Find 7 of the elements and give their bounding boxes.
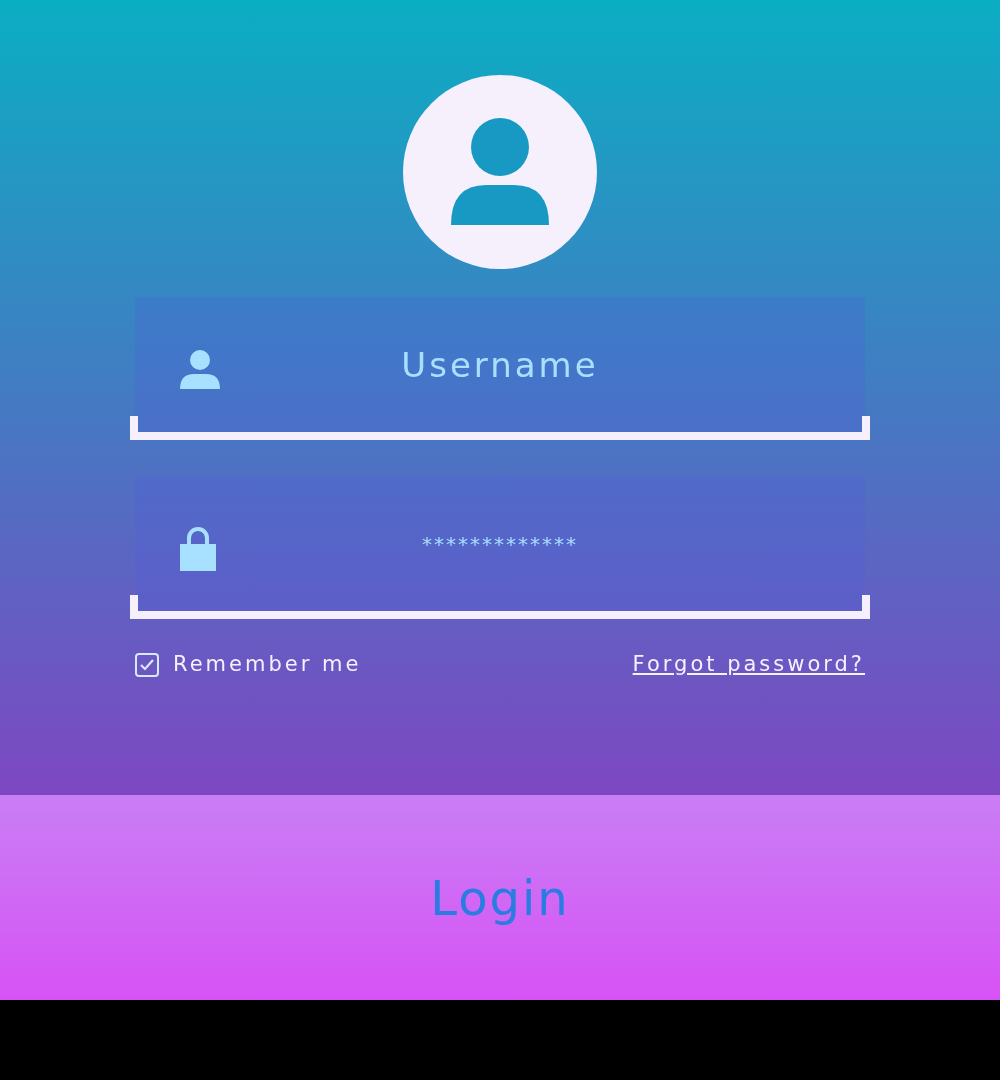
checkbox[interactable] <box>135 652 159 677</box>
lock-icon <box>180 524 216 571</box>
forgot-password-link[interactable]: Forgot password? <box>632 649 865 681</box>
checkbox-label: Remember me <box>173 651 362 678</box>
person-icon <box>451 117 549 227</box>
check-icon <box>139 657 155 672</box>
person-icon <box>180 348 220 389</box>
